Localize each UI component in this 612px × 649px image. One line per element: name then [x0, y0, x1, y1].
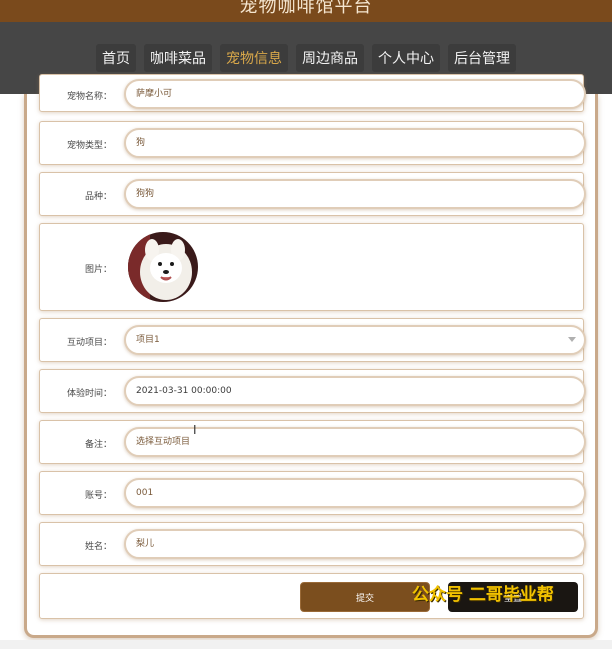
image-label: 图片： — [84, 265, 112, 275]
form-row-name: 姓名： 梨儿 — [39, 522, 586, 566]
form-row-note: 备注： 选择互动项目 — [39, 420, 586, 464]
watermark: 公众号 二哥毕业帮 — [412, 585, 554, 605]
note-label: 备注： — [84, 440, 112, 450]
form-row-account: 账号： 001 — [39, 471, 586, 515]
pet-name-label: 宠物名称： — [66, 92, 112, 102]
top-banner: 宠物咖啡馆平台 — [0, 0, 612, 22]
form-row-pet-type: 宠物类型： 狗 — [39, 121, 586, 165]
name-input[interactable]: 梨儿 — [124, 529, 586, 559]
pet-photo[interactable] — [128, 232, 198, 302]
activity-select[interactable]: 项目1 — [124, 325, 586, 355]
pet-name-input[interactable]: 萨摩小可 — [124, 79, 586, 109]
activity-selected-value: 项目1 — [136, 335, 160, 345]
account-label: 账号： — [84, 491, 112, 501]
nav-item-merchandise[interactable]: 周边商品 — [296, 44, 364, 72]
site-title: 宠物咖啡馆平台 — [239, 0, 373, 17]
pet-type-label: 宠物类型： — [66, 141, 112, 151]
nav-item-admin[interactable]: 后台管理 — [448, 44, 516, 72]
name-label: 姓名： — [84, 542, 112, 552]
breed-label: 品种： — [84, 192, 112, 202]
activity-label: 互动项目： — [66, 338, 112, 348]
form-row-pet-name: 宠物名称： 萨摩小可 — [39, 74, 586, 112]
submit-button[interactable]: 提交 — [300, 582, 430, 612]
pet-type-input[interactable]: 狗 — [124, 128, 586, 158]
form-row-time: 体验时间： 2021-03-31 00:00:00 — [39, 369, 586, 413]
nav-item-user-center[interactable]: 个人中心 — [372, 44, 440, 72]
chevron-down-icon — [568, 337, 576, 342]
account-input[interactable]: 001 — [124, 478, 586, 508]
pet-form-card: 宠物名称： 萨摩小可 宠物类型： 狗 品种： 狗狗 图片： 互动项目： 项目1 … — [24, 74, 598, 638]
samoyed-dog-image — [128, 232, 198, 302]
nav-item-home[interactable]: 首页 — [96, 44, 136, 72]
nav-item-pet-info[interactable]: 宠物信息 — [220, 44, 288, 72]
nav-item-coffee-menu[interactable]: 咖啡菜品 — [144, 44, 212, 72]
form-row-breed: 品种： 狗狗 — [39, 172, 586, 216]
form-row-activity: 互动项目： 项目1 — [39, 318, 586, 362]
breed-input[interactable]: 狗狗 — [124, 179, 586, 209]
time-label: 体验时间： — [66, 389, 112, 399]
form-row-image: 图片： — [39, 223, 584, 311]
time-input[interactable]: 2021-03-31 00:00:00 — [124, 376, 586, 406]
page-bottom-strip — [0, 640, 612, 649]
text-cursor-icon: I — [193, 423, 197, 437]
